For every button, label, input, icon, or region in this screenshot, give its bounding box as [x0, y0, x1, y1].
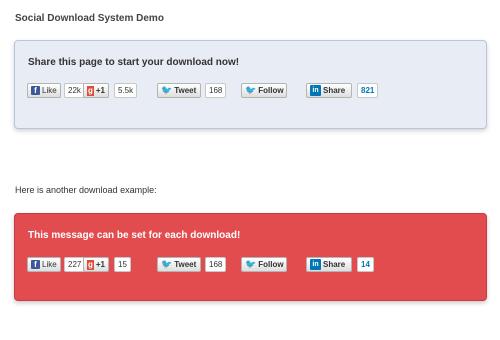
facebook-icon: f: [31, 260, 40, 269]
share-button-row: f Like 22k g +1 5.5k 🐦 Tweet 168 🐦 Follo…: [27, 83, 477, 98]
linkedin-share-button[interactable]: in Share: [306, 257, 352, 272]
section-intro-text: Here is another download example:: [15, 185, 157, 195]
twitter-bird-icon: 🐦: [245, 259, 257, 269]
tweet-button[interactable]: 🐦 Tweet: [157, 257, 201, 272]
follow-label: Follow: [258, 260, 284, 269]
follow-label: Follow: [258, 86, 284, 95]
twitter-bird-icon: 🐦: [161, 85, 173, 95]
tweet-count: 168: [205, 257, 227, 272]
google-plus-label: +1: [95, 86, 105, 95]
facebook-like-button[interactable]: f Like: [27, 83, 61, 98]
linkedin-icon: in: [310, 259, 321, 270]
linkedin-share-label: Share: [323, 86, 346, 95]
linkedin-share-label: Share: [323, 260, 346, 269]
tweet-button[interactable]: 🐦 Tweet: [157, 83, 201, 98]
facebook-icon: f: [31, 86, 40, 95]
facebook-like-button[interactable]: f Like: [27, 257, 61, 272]
linkedin-share-count: 821: [357, 83, 379, 98]
tweet-label: Tweet: [174, 260, 197, 269]
google-plus-label: +1: [95, 260, 105, 269]
tweet-count: 168: [205, 83, 227, 98]
download-panel-red: This message can be set for each downloa…: [14, 213, 487, 301]
facebook-like-count: 22k: [64, 83, 85, 98]
facebook-like-label: Like: [42, 260, 57, 269]
twitter-follow-button[interactable]: 🐦 Follow: [241, 257, 287, 272]
linkedin-share-button[interactable]: in Share: [306, 83, 352, 98]
share-button-row: f Like 227 g +1 15 🐦 Tweet 168 🐦 Follow …: [27, 257, 477, 272]
twitter-bird-icon: 🐦: [161, 259, 173, 269]
google-plus-button[interactable]: g +1: [83, 257, 109, 272]
google-plus-icon: g: [87, 259, 94, 270]
facebook-like-label: Like: [42, 86, 57, 95]
panel-message: This message can be set for each downloa…: [28, 230, 241, 241]
google-plus-count: 5.5k: [114, 83, 138, 98]
google-plus-count: 15: [114, 257, 131, 272]
download-panel-blue: Share this page to start your download n…: [14, 40, 487, 129]
twitter-bird-icon: 🐦: [245, 85, 257, 95]
google-plus-icon: g: [87, 85, 94, 96]
twitter-follow-button[interactable]: 🐦 Follow: [241, 83, 287, 98]
tweet-label: Tweet: [174, 86, 197, 95]
linkedin-icon: in: [310, 85, 321, 96]
google-plus-button[interactable]: g +1: [83, 83, 109, 98]
panel-message: Share this page to start your download n…: [28, 57, 240, 68]
page-title: Social Download System Demo: [15, 13, 164, 24]
linkedin-share-count: 14: [357, 257, 374, 272]
